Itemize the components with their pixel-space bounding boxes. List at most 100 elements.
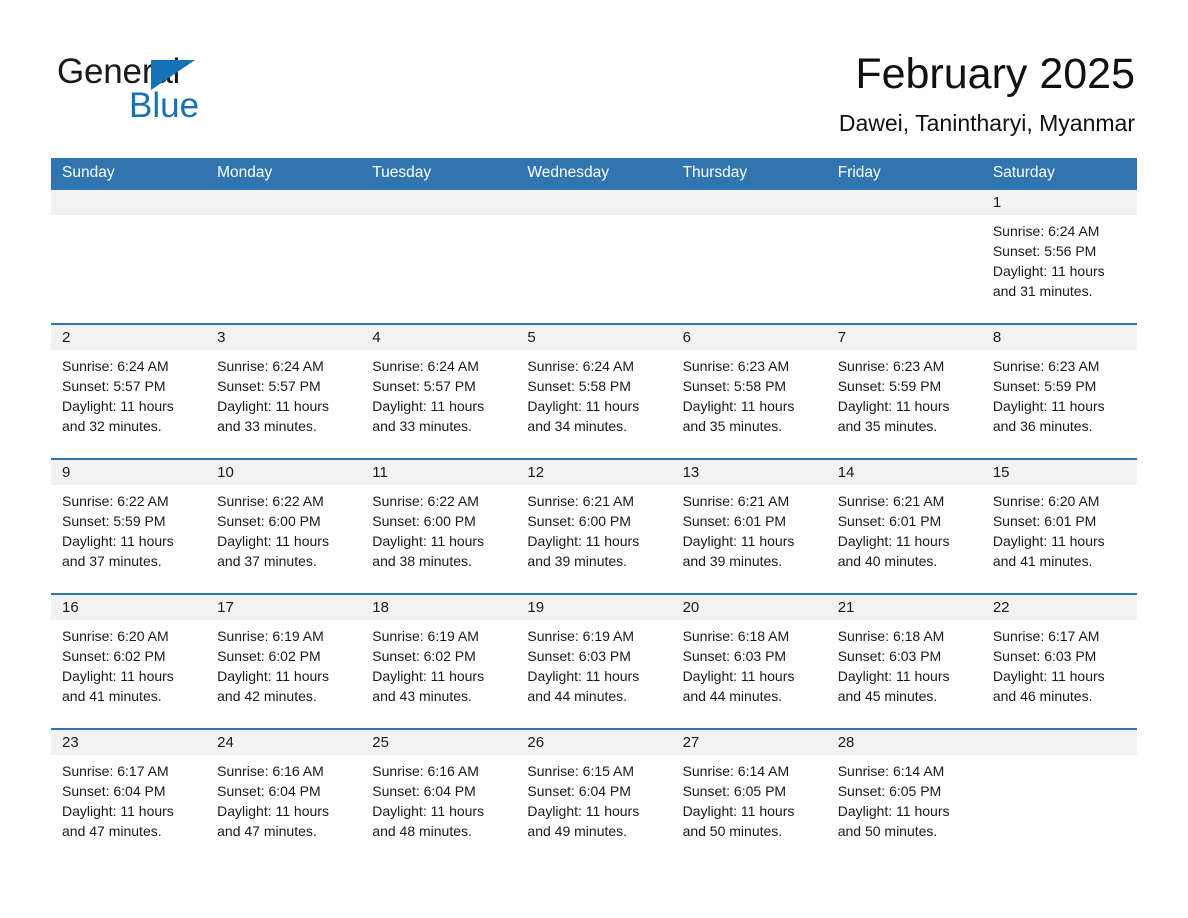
daylight-text: Daylight: 11 hours and 35 minutes.	[837, 398, 950, 434]
day-cell[interactable]	[516, 190, 672, 323]
day-number-band: 13	[671, 460, 827, 485]
day-cell[interactable]: 1 Sunrise: 6:24 AM Sunset: 5:56 PM Dayli…	[981, 190, 1137, 323]
day-cell[interactable]	[671, 190, 827, 323]
day-cell[interactable]	[981, 730, 1137, 863]
day-number-band: 16	[51, 595, 207, 620]
day-details: Sunrise: 6:24 AM Sunset: 5:57 PM Dayligh…	[51, 350, 206, 436]
day-number-band: 24	[206, 730, 362, 755]
day-cell[interactable]	[826, 190, 982, 323]
day-cell[interactable]: 27 Sunrise: 6:14 AM Sunset: 6:05 PM Dayl…	[671, 730, 827, 863]
sunrise-text: Sunrise: 6:16 AM	[372, 763, 479, 779]
day-details: Sunrise: 6:19 AM Sunset: 6:02 PM Dayligh…	[206, 620, 361, 706]
sunset-text: Sunset: 6:00 PM	[372, 513, 476, 529]
daylight-text: Daylight: 11 hours and 33 minutes.	[217, 398, 329, 434]
day-cell[interactable]: 5 Sunrise: 6:24 AM Sunset: 5:58 PM Dayli…	[516, 325, 672, 458]
day-cell[interactable]: 16 Sunrise: 6:20 AM Sunset: 6:02 PM Dayl…	[51, 595, 207, 728]
day-cell[interactable]: 12 Sunrise: 6:21 AM Sunset: 6:00 PM Dayl…	[516, 460, 672, 593]
sunrise-text: Sunrise: 6:17 AM	[62, 763, 169, 779]
day-number: 20	[682, 599, 700, 616]
day-cell[interactable]: 10 Sunrise: 6:22 AM Sunset: 6:00 PM Dayl…	[206, 460, 362, 593]
day-cell[interactable]: 26 Sunrise: 6:15 AM Sunset: 6:04 PM Dayl…	[516, 730, 672, 863]
page-subtitle: Dawei, Tanintharyi, Myanmar	[838, 110, 1135, 136]
day-cell[interactable]: 2 Sunrise: 6:24 AM Sunset: 5:57 PM Dayli…	[51, 325, 207, 458]
sunrise-text: Sunrise: 6:20 AM	[62, 628, 169, 644]
day-details: Sunrise: 6:24 AM Sunset: 5:56 PM Dayligh…	[982, 215, 1137, 301]
day-cell[interactable]: 14 Sunrise: 6:21 AM Sunset: 6:01 PM Dayl…	[826, 460, 982, 593]
sunrise-text: Sunrise: 6:24 AM	[527, 358, 635, 374]
general-blue-logo: General Blue	[57, 52, 357, 132]
day-cell[interactable]: 23 Sunrise: 6:17 AM Sunset: 6:04 PM Dayl…	[51, 730, 207, 863]
daylight-text: Daylight: 11 hours and 37 minutes.	[217, 533, 329, 569]
day-cell[interactable]: 3 Sunrise: 6:24 AM Sunset: 5:57 PM Dayli…	[206, 325, 362, 458]
weekday-header-friday: Friday	[837, 164, 881, 181]
day-number-band: 18	[361, 595, 517, 620]
sunset-text: Sunset: 5:57 PM	[217, 378, 321, 394]
day-details	[516, 215, 671, 221]
day-number: 8	[992, 329, 1002, 346]
day-number-band: 15	[981, 460, 1137, 485]
sunset-text: Sunset: 5:58 PM	[527, 378, 631, 394]
sunset-text: Sunset: 6:03 PM	[837, 648, 942, 664]
daylight-text: Daylight: 11 hours and 38 minutes.	[372, 533, 485, 569]
day-cell[interactable]: 22 Sunrise: 6:17 AM Sunset: 6:03 PM Dayl…	[981, 595, 1137, 728]
day-cell[interactable]	[51, 190, 207, 323]
day-details: Sunrise: 6:20 AM Sunset: 6:02 PM Dayligh…	[51, 620, 206, 706]
daylight-text: Daylight: 11 hours and 43 minutes.	[372, 668, 485, 704]
day-cell[interactable]	[361, 190, 517, 323]
sunset-text: Sunset: 6:04 PM	[217, 783, 321, 799]
day-details: Sunrise: 6:24 AM Sunset: 5:57 PM Dayligh…	[361, 350, 516, 436]
day-cell[interactable]: 4 Sunrise: 6:24 AM Sunset: 5:57 PM Dayli…	[361, 325, 517, 458]
daylight-text: Daylight: 11 hours and 31 minutes.	[992, 263, 1105, 299]
sunrise-text: Sunrise: 6:19 AM	[217, 628, 324, 644]
day-cell[interactable]: 28 Sunrise: 6:14 AM Sunset: 6:05 PM Dayl…	[826, 730, 982, 863]
day-cell[interactable]: 20 Sunrise: 6:18 AM Sunset: 6:03 PM Dayl…	[671, 595, 827, 728]
day-number-band: 10	[206, 460, 362, 485]
day-details	[361, 215, 516, 221]
day-number-band: 28	[826, 730, 982, 755]
day-cell[interactable]: 13 Sunrise: 6:21 AM Sunset: 6:01 PM Dayl…	[671, 460, 827, 593]
day-cell[interactable]: 8 Sunrise: 6:23 AM Sunset: 5:59 PM Dayli…	[981, 325, 1137, 458]
week-row: 16 Sunrise: 6:20 AM Sunset: 6:02 PM Dayl…	[51, 593, 1137, 728]
day-cell[interactable]: 7 Sunrise: 6:23 AM Sunset: 5:59 PM Dayli…	[826, 325, 982, 458]
sunrise-text: Sunrise: 6:24 AM	[217, 358, 324, 374]
title-block: February 2025 Dawei, Tanintharyi, Myanma…	[839, 48, 1135, 138]
day-details	[982, 755, 1137, 761]
day-details: Sunrise: 6:14 AM Sunset: 6:05 PM Dayligh…	[827, 755, 982, 841]
logo-text-blue: Blue	[129, 86, 200, 125]
day-cell[interactable]: 21 Sunrise: 6:18 AM Sunset: 6:03 PM Dayl…	[826, 595, 982, 728]
day-details: Sunrise: 6:20 AM Sunset: 6:01 PM Dayligh…	[982, 485, 1137, 571]
day-number-band	[361, 190, 517, 215]
weekday-header-thursday: Thursday	[682, 164, 748, 181]
daylight-text: Daylight: 11 hours and 42 minutes.	[217, 668, 329, 704]
sunset-text: Sunset: 6:02 PM	[217, 648, 321, 664]
day-cell[interactable]	[206, 190, 362, 323]
day-cell[interactable]: 11 Sunrise: 6:22 AM Sunset: 6:00 PM Dayl…	[361, 460, 517, 593]
day-details: Sunrise: 6:23 AM Sunset: 5:58 PM Dayligh…	[672, 350, 827, 436]
day-number-band	[981, 730, 1137, 755]
sunset-text: Sunset: 5:59 PM	[992, 378, 1097, 394]
day-cell[interactable]: 18 Sunrise: 6:19 AM Sunset: 6:02 PM Dayl…	[361, 595, 517, 728]
sunset-text: Sunset: 6:04 PM	[62, 783, 166, 799]
day-cell[interactable]: 25 Sunrise: 6:16 AM Sunset: 6:04 PM Dayl…	[361, 730, 517, 863]
day-number: 21	[837, 599, 855, 616]
daylight-text: Daylight: 11 hours and 48 minutes.	[372, 803, 485, 839]
day-cell[interactable]: 24 Sunrise: 6:16 AM Sunset: 6:04 PM Dayl…	[206, 730, 362, 863]
day-cell[interactable]: 6 Sunrise: 6:23 AM Sunset: 5:58 PM Dayli…	[671, 325, 827, 458]
day-cell[interactable]: 15 Sunrise: 6:20 AM Sunset: 6:01 PM Dayl…	[981, 460, 1137, 593]
day-details	[672, 215, 827, 221]
day-number-band: 26	[516, 730, 672, 755]
calendar-table: Sunday Monday Tuesday Wednesday Thursday…	[51, 158, 1137, 863]
day-cell[interactable]: 9 Sunrise: 6:22 AM Sunset: 5:59 PM Dayli…	[51, 460, 207, 593]
day-number: 24	[217, 734, 234, 751]
day-cell[interactable]: 19 Sunrise: 6:19 AM Sunset: 6:03 PM Dayl…	[516, 595, 672, 728]
day-number: 25	[372, 734, 389, 751]
day-details: Sunrise: 6:21 AM Sunset: 6:01 PM Dayligh…	[827, 485, 982, 571]
day-number: 14	[837, 464, 855, 481]
sunset-text: Sunset: 6:03 PM	[682, 648, 787, 664]
daylight-text: Daylight: 11 hours and 44 minutes.	[527, 668, 640, 704]
sunset-text: Sunset: 6:03 PM	[992, 648, 1097, 664]
day-cell[interactable]: 17 Sunrise: 6:19 AM Sunset: 6:02 PM Dayl…	[206, 595, 362, 728]
daylight-text: Daylight: 11 hours and 46 minutes.	[992, 668, 1105, 704]
sunrise-text: Sunrise: 6:23 AM	[992, 358, 1100, 374]
daylight-text: Daylight: 11 hours and 37 minutes.	[62, 533, 174, 569]
